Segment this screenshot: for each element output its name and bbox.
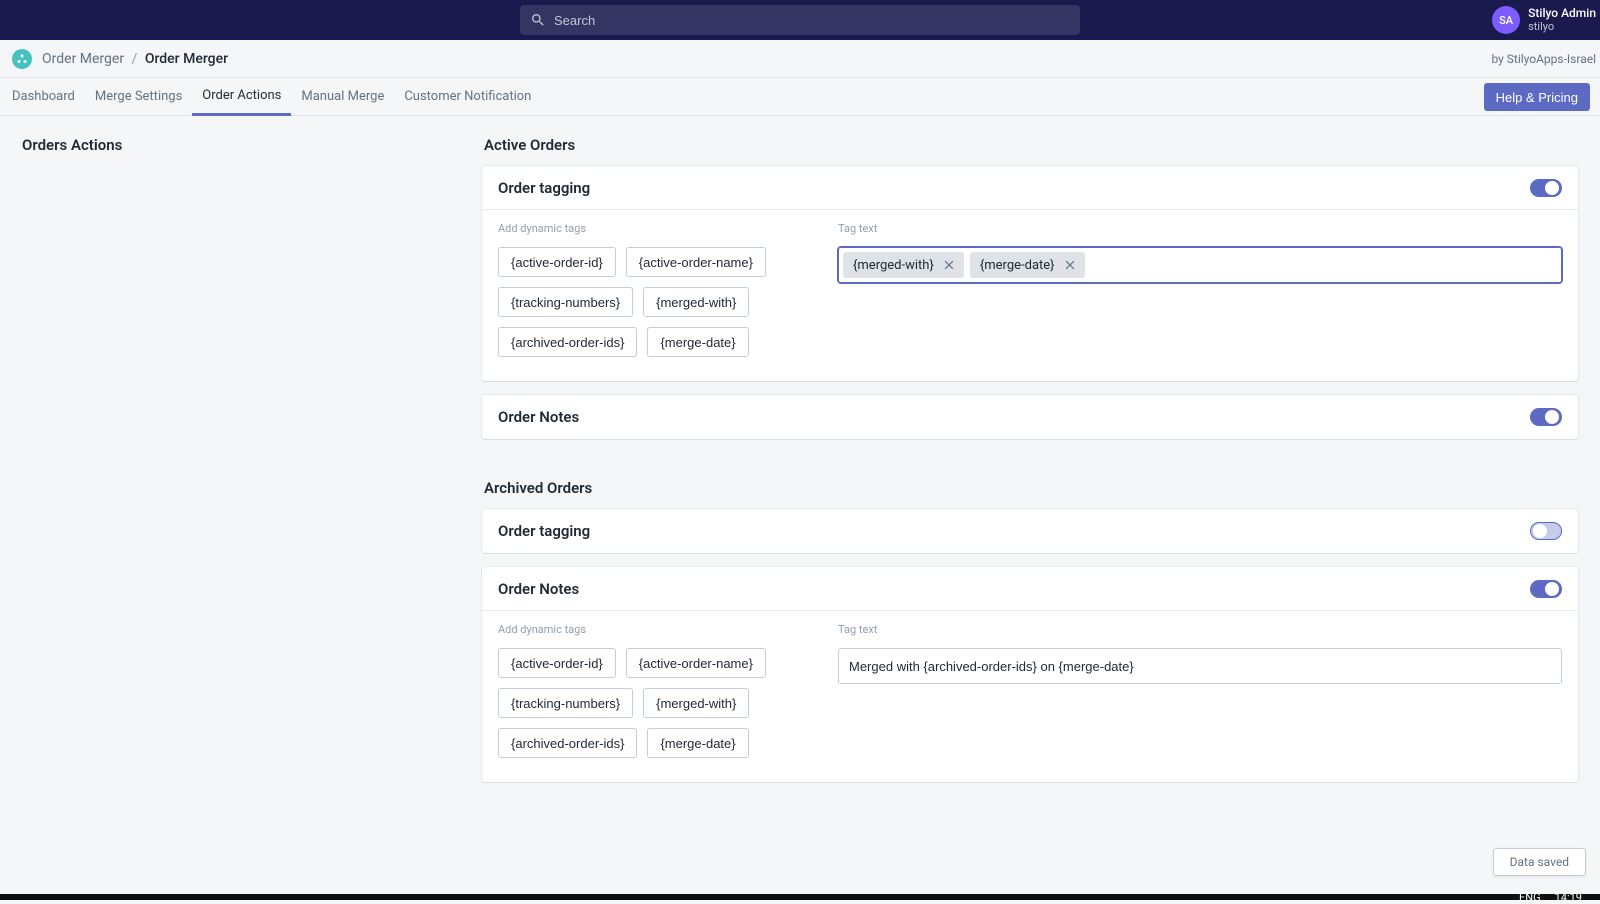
user-menu[interactable]: SA Stilyo Admin stilyo xyxy=(1492,0,1596,40)
developer-byline: by StilyoApps-Israel xyxy=(1491,52,1596,66)
label-tag-text: Tag text xyxy=(838,222,1562,235)
toggle-active-notes[interactable] xyxy=(1530,408,1562,426)
card-title: Order tagging xyxy=(498,522,590,540)
card-title: Order Notes xyxy=(498,408,579,426)
tag-merged-with[interactable]: {merged-with} xyxy=(643,287,749,317)
label-tag-text: Tag text xyxy=(838,623,1562,636)
global-search[interactable] xyxy=(520,5,1080,35)
card-title: Order tagging xyxy=(498,179,590,197)
tab-row: Dashboard Merge Settings Order Actions M… xyxy=(0,78,1600,116)
token-merge-date: {merge-date} xyxy=(970,252,1085,278)
avatar: SA xyxy=(1492,6,1520,34)
tag-active-order-name[interactable]: {active-order-name} xyxy=(626,247,766,277)
tag-active-order-id[interactable]: {active-order-id} xyxy=(498,247,616,277)
tab-order-actions[interactable]: Order Actions xyxy=(192,78,291,116)
breadcrumb-current: Order Merger xyxy=(145,51,228,67)
toggle-archived-tagging[interactable] xyxy=(1530,522,1562,540)
tag-tracking-numbers[interactable]: {tracking-numbers} xyxy=(498,688,633,718)
toggle-active-tagging[interactable] xyxy=(1530,179,1562,197)
tag-merged-with[interactable]: {merged-with} xyxy=(643,688,749,718)
tab-merge-settings[interactable]: Merge Settings xyxy=(85,78,192,116)
toast-data-saved: Data saved xyxy=(1493,848,1586,876)
top-navbar: SA Stilyo Admin stilyo xyxy=(0,0,1600,40)
toggle-archived-notes[interactable] xyxy=(1530,580,1562,598)
card-title: Order Notes xyxy=(498,580,579,598)
tab-customer-notification[interactable]: Customer Notification xyxy=(394,78,541,116)
search-icon xyxy=(530,12,546,28)
label-add-dynamic-tags: Add dynamic tags xyxy=(498,623,798,636)
tag-archived-order-ids[interactable]: {archived-order-ids} xyxy=(498,327,637,357)
tag-merge-date[interactable]: {merge-date} xyxy=(647,728,748,758)
tag-text-input[interactable]: {merged-with} {merge-date} xyxy=(838,247,1562,283)
token-merged-with: {merged-with} xyxy=(843,252,964,278)
label-add-dynamic-tags: Add dynamic tags xyxy=(498,222,798,235)
tab-manual-merge[interactable]: Manual Merge xyxy=(291,78,394,116)
taskbar-time: 14:19 xyxy=(1555,891,1582,904)
card-active-order-notes: Order Notes xyxy=(482,395,1578,439)
card-archived-order-tagging: Order tagging xyxy=(482,509,1578,553)
tag-tracking-numbers[interactable]: {tracking-numbers} xyxy=(498,287,633,317)
tag-active-order-name[interactable]: {active-order-name} xyxy=(626,648,766,678)
close-icon[interactable] xyxy=(940,256,958,274)
user-name: Stilyo Admin xyxy=(1528,7,1596,21)
breadcrumb-row: Order Merger / Order Merger by StilyoApp… xyxy=(0,40,1600,78)
user-subtitle: stilyo xyxy=(1528,21,1596,34)
close-icon[interactable] xyxy=(1061,256,1079,274)
section-active-orders: Active Orders xyxy=(482,136,1578,154)
section-archived-orders: Archived Orders xyxy=(482,479,1578,497)
tag-active-order-id[interactable]: {active-order-id} xyxy=(498,648,616,678)
app-logo-icon xyxy=(12,49,32,69)
page-title: Orders Actions xyxy=(22,136,452,154)
card-active-order-tagging: Order tagging Add dynamic tags {active-o… xyxy=(482,166,1578,381)
breadcrumb: Order Merger / Order Merger xyxy=(42,51,228,67)
taskbar-language[interactable]: ENG xyxy=(1519,891,1541,904)
tab-dashboard[interactable]: Dashboard xyxy=(12,78,85,116)
help-pricing-button[interactable]: Help & Pricing xyxy=(1484,83,1590,111)
tag-archived-order-ids[interactable]: {archived-order-ids} xyxy=(498,728,637,758)
os-taskbar: ENG 14:19 xyxy=(0,894,1600,900)
search-input[interactable] xyxy=(554,13,1070,28)
tag-merge-date[interactable]: {merge-date} xyxy=(647,327,748,357)
tag-text-input[interactable] xyxy=(838,648,1562,684)
card-archived-order-notes: Order Notes Add dynamic tags {active-ord… xyxy=(482,567,1578,782)
breadcrumb-app[interactable]: Order Merger xyxy=(42,51,124,67)
